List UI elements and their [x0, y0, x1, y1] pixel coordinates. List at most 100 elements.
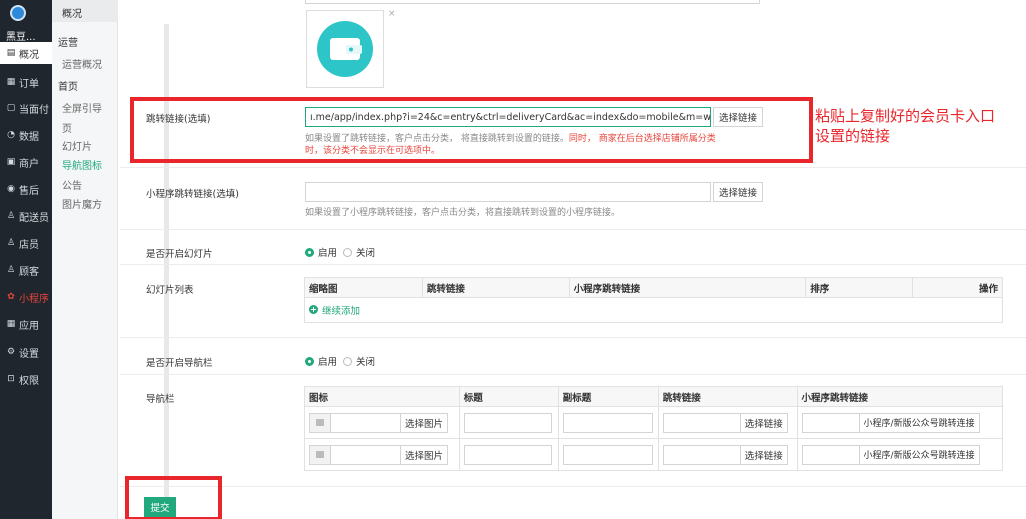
nav-select-link-button[interactable]: 选择链接 — [740, 444, 788, 465]
sidebar-item-label: 小程序 — [19, 293, 49, 305]
menu-link-nav-icons[interactable]: 导航图标 — [62, 157, 102, 172]
sidebar-item-label: 设置 — [19, 348, 39, 360]
sidebar-item-pay[interactable]: ▢ 当面付 — [0, 97, 52, 119]
menu-link-notice[interactable]: 公告 — [62, 177, 82, 192]
sidebar-item-dashboard[interactable]: ▤ 概况 — [0, 42, 52, 64]
menu-link-image-cube[interactable]: 图片魔方 — [62, 196, 102, 211]
courier-icon: ♙ — [6, 211, 16, 221]
mini-link-label: 小程序跳转链接(选填) — [146, 189, 239, 200]
icon-url-input[interactable] — [331, 412, 401, 433]
select-image-button[interactable]: 选择图片 — [401, 444, 449, 465]
image-preview — [306, 10, 384, 88]
radio-unchecked-icon — [343, 356, 352, 366]
nav-jump-link-input[interactable] — [662, 444, 741, 465]
sidebar-item-label: 数据 — [19, 131, 39, 143]
dashboard-icon: ▤ — [6, 48, 16, 58]
sidebar-item-label: 权限 — [19, 375, 39, 387]
add-more-link[interactable]: 继续添加 — [309, 303, 360, 317]
pay-icon: ▢ — [6, 103, 16, 113]
sidebar-item-label: 店员 — [19, 239, 39, 251]
remove-image-icon[interactable]: × — [388, 9, 396, 19]
sidebar-item-label: 当面付 — [19, 104, 49, 116]
sidebar-item-customer[interactable]: ♙ 顾客 — [0, 259, 52, 281]
plus-circle-icon — [309, 305, 318, 315]
icon-url-input[interactable] — [331, 444, 401, 465]
mini-select-link-button[interactable]: 选择链接 — [713, 182, 763, 202]
nav-label: 导航栏 — [146, 394, 175, 405]
image-placeholder-icon — [309, 444, 331, 465]
col-nav-jump-link: 跳转链接 — [657, 386, 798, 407]
select-image-button[interactable]: 选择图片 — [401, 412, 449, 433]
col-thumbnail: 缩略图 — [304, 277, 423, 298]
subtitle-input[interactable] — [562, 412, 653, 433]
image-placeholder-icon — [309, 412, 331, 433]
highlight-box — [130, 97, 813, 163]
submit-highlight-box — [125, 476, 222, 519]
radio-checked-icon — [305, 356, 314, 366]
divider — [120, 337, 1026, 338]
menu-link-guide[interactable]: 全屏引导 — [62, 100, 102, 115]
radio-checked-icon — [305, 247, 314, 257]
main-content: × 跳转链接(选填) ı.me/app/index.php?i=24&c=ent… — [120, 0, 1026, 519]
settings-icon: ⚙ — [6, 347, 16, 357]
apps-icon: ▦ — [6, 319, 16, 329]
sub-menu: 概况 运营 运营概况 首页 全屏引导 页 幻灯片 导航图标 公告 图片魔方 — [52, 0, 169, 519]
sidebar-item-label: 商户 — [19, 158, 39, 170]
sidebar-item-apps[interactable]: ▦ 应用 — [0, 313, 52, 335]
menu-link-guide-cont[interactable]: 页 — [62, 120, 72, 135]
table-header-row: 缩略图 跳转链接 小程序跳转链接 排序 操作 — [304, 277, 1003, 298]
sidebar-item-label: 概况 — [19, 49, 39, 61]
col-subtitle: 副标题 — [557, 386, 659, 407]
nav-table: 图标 标题 副标题 跳转链接 小程序跳转链接 选择图片 选择链接 小程序/新版公… — [304, 386, 1004, 471]
sidebar-item-label: 售后 — [19, 185, 39, 197]
slide-enable-radio[interactable]: 启用 — [305, 245, 337, 259]
sidebar-item-permission[interactable]: ⊡ 权限 — [0, 368, 52, 390]
menu-group-home: 首页 — [58, 82, 78, 93]
subtitle-input[interactable] — [562, 444, 653, 465]
menu-link-slides[interactable]: 幻灯片 — [62, 138, 92, 153]
title-input[interactable] — [463, 412, 552, 433]
col-icon: 图标 — [304, 386, 460, 407]
nav-disable-radio[interactable]: 关闭 — [343, 354, 375, 368]
mini-link-input[interactable] — [305, 182, 711, 202]
sidebar-item-miniapp[interactable]: ✿ 小程序 — [0, 286, 52, 308]
sidebar-item-clerk[interactable]: ♙ 店员 — [0, 232, 52, 254]
sidebar-item-settings[interactable]: ⚙ 设置 — [0, 341, 52, 363]
menu-group-ops: 运营 — [58, 38, 78, 49]
nav-select-link-button[interactable]: 选择链接 — [740, 412, 788, 433]
menu-link-ops-overview[interactable]: 运营概况 — [62, 56, 102, 71]
store-icon: ▣ — [6, 157, 16, 167]
slide-disable-radio[interactable]: 关闭 — [343, 245, 375, 259]
sub-menu-header: 概况 — [52, 0, 118, 22]
sidebar-item-courier[interactable]: ♙ 配送员 — [0, 205, 52, 227]
sidebar-item-store[interactable]: ▣ 商户 — [0, 151, 52, 173]
slide-table: 缩略图 跳转链接 小程序跳转链接 排序 操作 继续添加 — [304, 277, 1003, 323]
table-header-row: 图标 标题 副标题 跳转链接 小程序跳转链接 — [304, 386, 1004, 407]
divider — [120, 229, 1026, 230]
top-partial-input[interactable] — [305, 0, 760, 4]
brand-name: 黑豆... — [6, 32, 36, 43]
title-input[interactable] — [463, 444, 552, 465]
nav-enable-radio[interactable]: 启用 — [305, 354, 337, 368]
sidebar-item-label: 顾客 — [19, 266, 39, 278]
order-icon: ▦ — [6, 77, 16, 87]
sidebar-item-label: 配送员 — [19, 212, 49, 224]
sidebar-item-label: 订单 — [19, 78, 39, 90]
col-title: 标题 — [458, 386, 559, 407]
nav-mini-link-input[interactable] — [801, 412, 860, 433]
nav-jump-link-input[interactable] — [662, 412, 741, 433]
sidebar-item-data[interactable]: ◔ 数据 — [0, 124, 52, 146]
main-sidebar: 黑豆... ▤ 概况 ▦ 订单 ▢ 当面付 ◔ 数据 ▣ 商户 ◉ 售后 ♙ 配送员 ♙ 店员 ♙ 顾客 ✿ 小程序 ▦… — [0, 0, 52, 519]
customer-icon: ♙ — [6, 265, 16, 275]
sidebar-item-service[interactable]: ◉ 售后 — [0, 178, 52, 200]
sidebar-item-order[interactable]: ▦ 订单 — [0, 71, 52, 93]
wallet-icon — [317, 21, 373, 77]
clerk-icon: ♙ — [6, 238, 16, 248]
mini-link-button[interactable]: 小程序/新版公众号跳转连接 — [859, 412, 980, 433]
nav-mini-link-input[interactable] — [801, 444, 860, 465]
col-action: 操作 — [912, 277, 1003, 298]
mini-link-button[interactable]: 小程序/新版公众号跳转连接 — [859, 444, 980, 465]
sidebar-item-label: 应用 — [19, 320, 39, 332]
mini-link-help: 如果设置了小程序跳转链接，客户点击分类，将直接跳转到设置的小程序链接。 — [305, 208, 621, 218]
divider — [120, 486, 1026, 487]
